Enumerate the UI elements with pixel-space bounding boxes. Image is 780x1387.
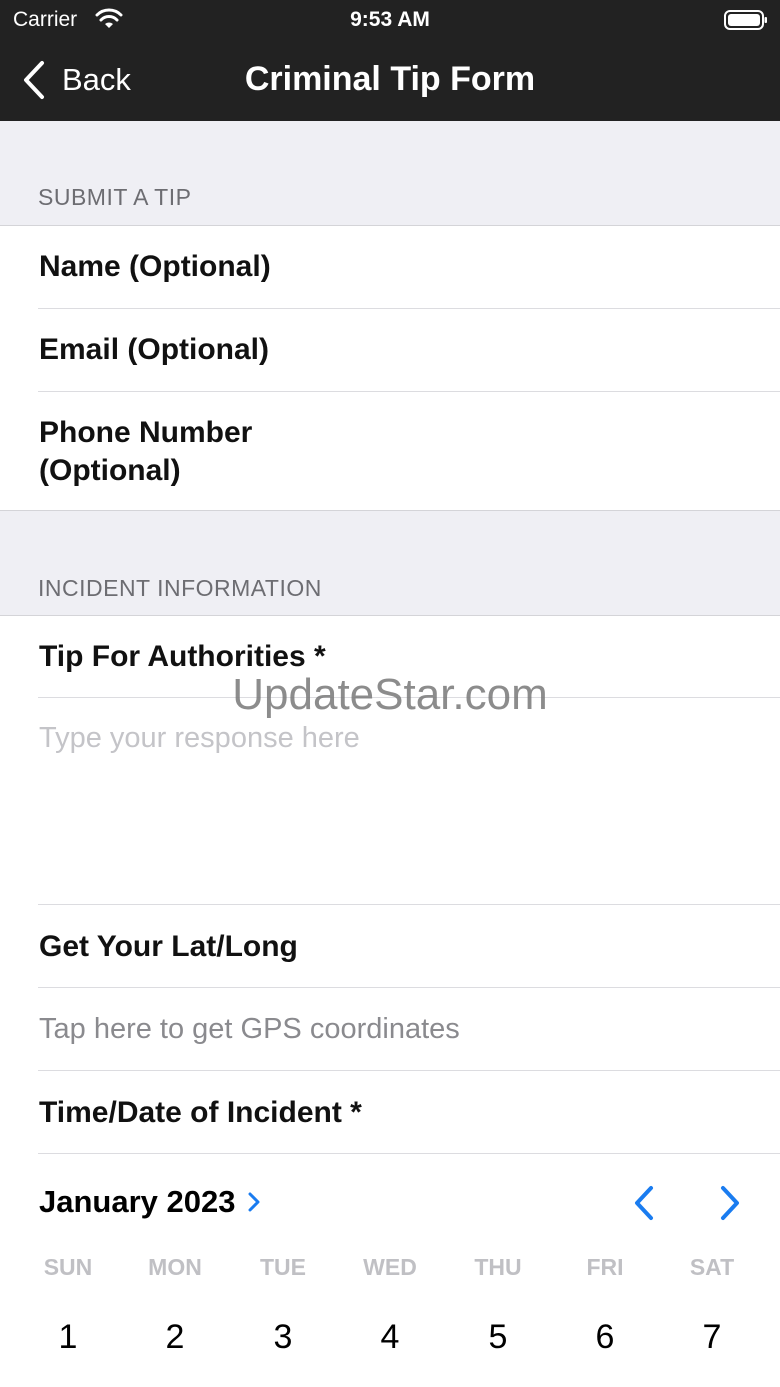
watermark: UpdateStar.com [232, 670, 548, 719]
gps-action-label: Tap here to get GPS coordinates [39, 1013, 460, 1045]
section-header-submit: SUBMIT A TIP [0, 121, 780, 226]
calendar-day[interactable]: 7 [672, 1318, 752, 1357]
divider [38, 1153, 780, 1154]
month-label: January 2023 [39, 1184, 236, 1219]
page-title: Criminal Tip Form [244, 60, 536, 98]
top-bar: Carrier 9:53 AM Back Criminal Tip Form [0, 0, 780, 121]
weekday-thu: THU [474, 1254, 522, 1280]
calendar-day[interactable]: 4 [350, 1318, 430, 1357]
weekday-fri: FRI [586, 1254, 624, 1280]
tip-textarea[interactable]: Type your response here [0, 698, 780, 905]
section-title-submit: SUBMIT A TIP [38, 184, 192, 210]
phone-label-line1: Phone Number [39, 416, 253, 449]
battery-icon [724, 10, 767, 30]
status-bar: Carrier 9:53 AM [0, 0, 780, 40]
weekday-mon: MON [148, 1254, 202, 1280]
section-title-incident: INCIDENT INFORMATION [38, 575, 322, 601]
clock: 9:53 AM [350, 8, 430, 31]
email-field[interactable]: Email (Optional) [0, 309, 780, 392]
name-label: Name (Optional) [39, 250, 271, 283]
weekday-wed: WED [363, 1254, 417, 1280]
gps-button[interactable]: Tap here to get GPS coordinates [0, 988, 780, 1071]
phone-label-line2: (Optional) [39, 454, 181, 487]
section-header-incident: INCIDENT INFORMATION [0, 510, 780, 616]
weekday-sat: SAT [689, 1254, 735, 1280]
previous-month-button[interactable] [630, 1184, 658, 1222]
name-field[interactable]: Name (Optional) [0, 226, 780, 309]
next-month-button[interactable] [716, 1184, 744, 1222]
latlong-label-row: Get Your Lat/Long [0, 905, 780, 988]
calendar-day[interactable]: 1 [28, 1318, 108, 1357]
weekday-sun: SUN [43, 1254, 93, 1280]
latlong-label: Get Your Lat/Long [39, 930, 298, 963]
calendar-day[interactable]: 3 [243, 1318, 323, 1357]
chevron-right-icon [248, 1192, 260, 1212]
weekday-tue: TUE [260, 1254, 306, 1280]
phone-field[interactable]: Phone Number (Optional) [0, 392, 780, 510]
calendar-day[interactable]: 2 [135, 1318, 215, 1357]
nav-bar: Back Criminal Tip Form [0, 40, 780, 121]
month-picker-button[interactable]: January 2023 [39, 1184, 261, 1220]
datetime-label-row: Time/Date of Incident * [0, 1071, 780, 1154]
calendar-day[interactable]: 6 [565, 1318, 645, 1357]
email-label: Email (Optional) [39, 333, 270, 366]
datetime-label: Time/Date of Incident * [39, 1096, 362, 1129]
calendar-day[interactable]: 5 [458, 1318, 538, 1357]
tip-placeholder: Type your response here [39, 722, 360, 754]
